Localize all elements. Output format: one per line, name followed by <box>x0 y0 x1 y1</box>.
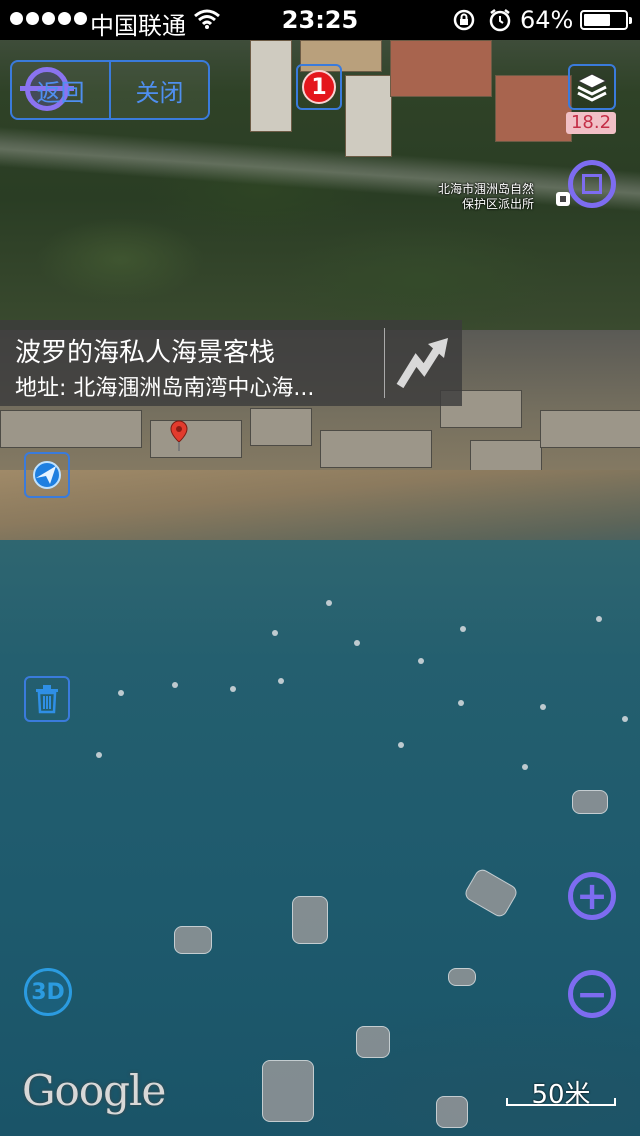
locate-icon <box>33 461 61 489</box>
rotation-lock-icon <box>453 9 475 31</box>
clear-button[interactable] <box>24 676 70 722</box>
map-pin-icon[interactable] <box>170 420 188 452</box>
place-info-card[interactable]: 波罗的海私人海景客栈 地址: 北海涠洲岛南湾中心海... <box>0 320 462 406</box>
zoom-level-badge: 18.2 <box>566 112 616 134</box>
battery-percentage: 64% <box>520 6 574 34</box>
layers-icon <box>576 73 608 102</box>
google-logo: Google <box>22 1066 166 1115</box>
map-sea <box>0 540 640 1136</box>
route-arrow-icon[interactable] <box>394 330 454 394</box>
zoom-in-button[interactable]: + <box>568 872 616 920</box>
status-bar: 中国联通 23:25 64% <box>0 0 640 40</box>
3d-mode-button[interactable]: 3D <box>24 968 72 1016</box>
map-building <box>250 40 292 132</box>
place-address: 地址: 北海涠洲岛南湾中心海... <box>15 376 315 401</box>
locate-button[interactable] <box>24 452 70 498</box>
back-button[interactable]: 返回 <box>12 62 109 118</box>
nav-button-group: 返回 关闭 <box>10 60 210 120</box>
poi-marker-icon[interactable] <box>556 192 570 206</box>
map-building <box>345 75 392 157</box>
compass-button[interactable] <box>568 160 616 208</box>
trash-icon <box>36 685 58 714</box>
compass-icon <box>582 174 602 194</box>
layers-button[interactable] <box>568 64 616 110</box>
map-building <box>495 75 572 142</box>
poi-label[interactable]: 北海市涠洲岛自然 保护区派出所 <box>438 182 534 212</box>
close-button[interactable]: 关闭 <box>109 62 208 118</box>
scale-bar <box>506 1098 616 1106</box>
map-building <box>390 40 492 97</box>
notification-button[interactable]: 1 <box>296 64 342 110</box>
divider <box>384 328 385 398</box>
notification-count-badge: 1 <box>302 70 336 104</box>
back-label: 返回 <box>36 78 85 107</box>
close-label: 关闭 <box>135 78 184 107</box>
alarm-icon <box>489 9 511 32</box>
poi-label-line2: 保护区派出所 <box>462 197 535 211</box>
satellite-map[interactable] <box>0 0 640 1136</box>
map-scale: 50米 <box>506 1070 616 1110</box>
place-title: 波罗的海私人海景客栈 <box>15 338 276 368</box>
zoom-out-button[interactable]: − <box>568 970 616 1018</box>
poi-label-line1: 北海市涠洲岛自然 <box>438 182 535 196</box>
battery-icon <box>580 10 632 30</box>
